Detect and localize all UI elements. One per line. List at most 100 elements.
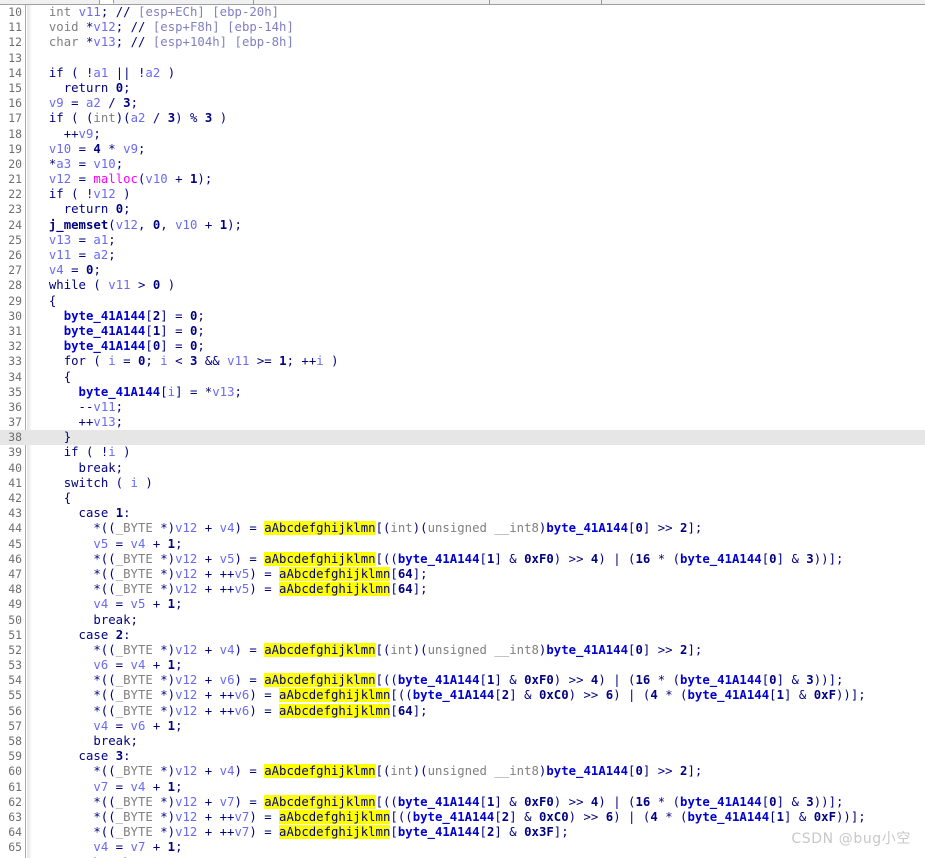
token-var[interactable]: v4 xyxy=(131,537,146,551)
code-line[interactable]: 25 v13 = a1; xyxy=(0,233,925,248)
token-glb[interactable]: byte_41A144 xyxy=(546,643,628,657)
token-glb[interactable]: byte_41A144 xyxy=(398,552,480,566)
code-line[interactable]: 58 break; xyxy=(0,734,925,749)
token-glb[interactable]: byte_41A144 xyxy=(413,688,495,702)
token-var[interactable]: v11 xyxy=(49,248,71,262)
token-hl[interactable]: aAbcdefghijklmn xyxy=(264,521,376,536)
code-line[interactable]: 24 j_memset(v12, 0, v10 + 1); xyxy=(0,218,925,233)
code-line[interactable]: 27 v4 = 0; xyxy=(0,263,925,278)
token-var[interactable]: v7 xyxy=(131,840,146,854)
token-var[interactable]: i xyxy=(108,354,115,368)
token-hl[interactable]: aAbcdefghijklmn xyxy=(279,703,391,718)
code-line[interactable]: 22 if ( !v12 ) xyxy=(0,187,925,202)
token-var[interactable]: v10 xyxy=(93,157,115,171)
token-var[interactable]: v4 xyxy=(131,780,146,794)
code-line[interactable]: 53 v6 = v4 + 1; xyxy=(0,658,925,673)
token-var[interactable]: v13 xyxy=(93,35,115,49)
token-hl[interactable]: aAbcdefghijklmn xyxy=(279,582,391,597)
token-var[interactable]: v11 xyxy=(108,278,130,292)
code-line[interactable]: 42 { xyxy=(0,491,925,506)
code-line[interactable]: 39 if ( !i ) xyxy=(0,445,925,460)
token-var[interactable]: v11 xyxy=(79,5,101,19)
token-var[interactable]: v12 xyxy=(175,688,197,702)
code-line[interactable]: 59 case 3: xyxy=(0,749,925,764)
token-var[interactable]: v12 xyxy=(175,582,197,596)
token-var[interactable]: v9 xyxy=(123,142,138,156)
token-hl[interactable]: aAbcdefghijklmn xyxy=(279,566,391,581)
token-var[interactable]: v12 xyxy=(175,643,197,657)
code-line[interactable]: 18 ++v9; xyxy=(0,127,925,142)
code-line[interactable]: 23 return 0; xyxy=(0,202,925,217)
token-glb[interactable]: byte_41A144 xyxy=(413,810,495,824)
code-line[interactable]: 34 { xyxy=(0,370,925,385)
token-var[interactable]: a1 xyxy=(93,66,108,80)
code-line[interactable]: 11 void *v12; // [esp+F8h] [ebp-14h] xyxy=(0,20,925,35)
token-hl[interactable]: aAbcdefghijklmn xyxy=(264,551,376,566)
code-line[interactable]: 63 *((_BYTE *)v12 + ++v7) = aAbcdefghijk… xyxy=(0,809,925,825)
code-line[interactable]: 44 *((_BYTE *)v12 + v4) = aAbcdefghijklm… xyxy=(0,521,925,536)
code-line[interactable]: 16 v9 = a2 / 3; xyxy=(0,96,925,111)
code-line[interactable]: 19 v10 = 4 * v9; xyxy=(0,142,925,157)
code-line[interactable]: 14 if ( !a1 || !a2 ) xyxy=(0,66,925,81)
code-line[interactable]: 43 case 1: xyxy=(0,506,925,521)
token-var[interactable]: v4 xyxy=(93,597,108,611)
token-var[interactable]: a2 xyxy=(145,66,160,80)
token-var[interactable]: v7 xyxy=(234,825,249,839)
token-glb[interactable]: byte_41A144 xyxy=(687,688,769,702)
tab-pseudocode[interactable] xyxy=(100,0,114,4)
token-var[interactable]: v5 xyxy=(234,567,249,581)
token-hl[interactable]: aAbcdefghijklmn xyxy=(264,794,376,809)
token-hl[interactable]: aAbcdefghijklmn xyxy=(264,642,376,657)
token-fn2[interactable]: j_memset xyxy=(49,218,108,232)
pseudocode-viewer[interactable]: 10 int v11; // [esp+ECh] [ebp-20h] 11 voi… xyxy=(0,5,925,858)
tab-structures[interactable] xyxy=(254,0,490,4)
token-var[interactable]: v12 xyxy=(116,218,138,232)
token-var[interactable]: a3 xyxy=(56,157,71,171)
token-var[interactable]: v4 xyxy=(49,263,64,277)
token-var[interactable]: v5 xyxy=(93,537,108,551)
token-var[interactable]: a1 xyxy=(93,233,108,247)
code-line[interactable]: 28 while ( v11 > 0 ) xyxy=(0,278,925,293)
token-glb[interactable]: byte_41A144 xyxy=(64,324,146,338)
code-line[interactable]: 49 v4 = v5 + 1; xyxy=(0,597,925,612)
token-var[interactable]: v12 xyxy=(175,825,197,839)
token-var[interactable]: v6 xyxy=(234,688,249,702)
code-line[interactable]: 40 break; xyxy=(0,461,925,476)
token-var[interactable]: v6 xyxy=(234,704,249,718)
token-var[interactable]: a2 xyxy=(131,111,146,125)
tab-enums[interactable] xyxy=(490,0,602,4)
code-line[interactable]: 47 *((_BYTE *)v12 + ++v5) = aAbcdefghijk… xyxy=(0,566,925,582)
token-hl[interactable]: aAbcdefghijklmn xyxy=(264,764,376,779)
token-var[interactable]: v4 xyxy=(220,643,235,657)
token-var[interactable]: v7 xyxy=(234,810,249,824)
code-line[interactable]: 30 byte_41A144[2] = 0; xyxy=(0,309,925,324)
code-line[interactable]: 12 char *v13; // [esp+104h] [ebp-8h] xyxy=(0,35,925,50)
token-glb[interactable]: byte_41A144 xyxy=(680,795,762,809)
token-var[interactable]: v12 xyxy=(175,764,197,778)
code-line[interactable]: 26 v11 = a2; xyxy=(0,248,925,263)
token-var[interactable]: v4 xyxy=(131,658,146,672)
token-var[interactable]: v12 xyxy=(49,172,71,186)
token-var[interactable]: v4 xyxy=(220,521,235,535)
token-var[interactable]: v5 xyxy=(220,552,235,566)
code-line[interactable]: 55 *((_BYTE *)v12 + ++v6) = aAbcdefghijk… xyxy=(0,688,925,703)
token-glb[interactable]: byte_41A144 xyxy=(398,673,480,687)
code-line[interactable]: 62 *((_BYTE *)v12 + v7) = aAbcdefghijklm… xyxy=(0,794,925,810)
token-var[interactable]: v11 xyxy=(93,400,115,414)
token-glb[interactable]: byte_41A144 xyxy=(398,825,480,839)
code-line[interactable]: 45 v5 = v4 + 1; xyxy=(0,537,925,552)
token-glb[interactable]: byte_41A144 xyxy=(79,385,161,399)
token-var[interactable]: v12 xyxy=(175,704,197,718)
token-var[interactable]: i xyxy=(160,354,167,368)
code-line[interactable]: 36 --v11; xyxy=(0,400,925,415)
token-var[interactable]: v9 xyxy=(49,96,64,110)
tab-ida-view[interactable] xyxy=(0,0,100,4)
code-line[interactable]: 61 v7 = v4 + 1; xyxy=(0,780,925,795)
code-line[interactable]: 17 if ( (int)(a2 / 3) % 3 ) xyxy=(0,111,925,126)
code-line[interactable]: 15 return 0; xyxy=(0,81,925,96)
token-var[interactable]: v10 xyxy=(145,172,167,186)
code-line[interactable]: 65 v4 = v7 + 1; xyxy=(0,840,925,855)
token-glb[interactable]: byte_41A144 xyxy=(680,673,762,687)
token-var[interactable]: v5 xyxy=(131,597,146,611)
code-line[interactable]: 60 *((_BYTE *)v12 + v4) = aAbcdefghijklm… xyxy=(0,764,925,779)
